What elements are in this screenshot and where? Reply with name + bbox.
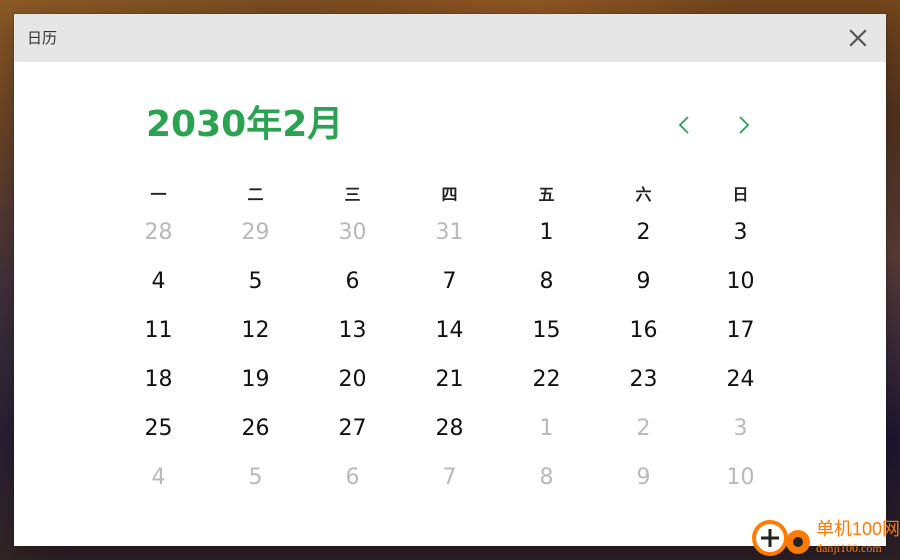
day-cell[interactable]: 22 — [498, 364, 595, 413]
adjacent-month-day-cell[interactable]: 2 — [595, 413, 692, 462]
close-button[interactable] — [844, 24, 872, 52]
adjacent-month-day-cell[interactable]: 5 — [207, 462, 304, 511]
day-cell[interactable]: 19 — [207, 364, 304, 413]
day-cell[interactable]: 1 — [498, 217, 595, 266]
adjacent-month-day-cell[interactable]: 3 — [692, 413, 789, 462]
weekday-label: 日 — [732, 185, 749, 204]
adjacent-month-day-cell[interactable]: 4 — [110, 462, 207, 511]
day-cell[interactable]: 6 — [304, 266, 401, 315]
calendar-panel: 2030年2月 一 二 三 四 五 六 日 28 29 30 31 1 2 3 4 5 6 7 8 9 1… — [14, 62, 886, 546]
day-cell[interactable]: 15 — [498, 315, 595, 364]
weekday-label: 六 — [635, 185, 652, 204]
weekday-header: 一 二 三 四 五 六 日 — [110, 184, 790, 206]
window-title: 日历 — [27, 29, 58, 47]
weekday-label: 三 — [344, 185, 361, 204]
weekday-label: 二 — [247, 185, 264, 204]
day-cell[interactable]: 21 — [401, 364, 498, 413]
title-bar: 日历 — [14, 14, 886, 62]
month-title: 2030年2月 — [146, 104, 344, 145]
day-cell[interactable]: 24 — [692, 364, 789, 413]
adjacent-month-day-cell[interactable]: 9 — [595, 462, 692, 511]
day-cell[interactable]: 7 — [401, 266, 498, 315]
weekday-label: 一 — [150, 185, 167, 204]
day-cell[interactable]: 17 — [692, 315, 789, 364]
weekday-label: 五 — [538, 185, 555, 204]
calendar-grid: 28 29 30 31 1 2 3 4 5 6 7 8 9 10 11 12 13 14 15 16 17 18 19 20 2… — [110, 217, 790, 511]
watermark-brand: 单机100网 — [816, 519, 900, 539]
adjacent-month-day-cell[interactable]: 7 — [401, 462, 498, 511]
day-cell[interactable]: 10 — [692, 266, 789, 315]
day-cell[interactable]: 14 — [401, 315, 498, 364]
day-cell[interactable]: 20 — [304, 364, 401, 413]
day-cell[interactable]: 26 — [207, 413, 304, 462]
day-cell[interactable]: 11 — [110, 315, 207, 364]
adjacent-month-day-cell[interactable]: 28 — [110, 217, 207, 266]
day-cell[interactable]: 27 — [304, 413, 401, 462]
day-cell[interactable]: 8 — [498, 266, 595, 315]
watermark-logo-icon — [752, 520, 810, 556]
adjacent-month-day-cell[interactable]: 1 — [498, 413, 595, 462]
calendar-window: 日历 2030年2月 一 二 三 四 五 六 日 28 29 30 31 1 2… — [14, 14, 886, 546]
site-watermark: 单机100网 danji100.com — [748, 517, 900, 559]
previous-month-button[interactable] — [670, 111, 698, 139]
day-cell[interactable]: 3 — [692, 217, 789, 266]
watermark-domain: danji100.com — [816, 541, 882, 555]
chevron-left-icon — [678, 116, 689, 134]
next-month-button[interactable] — [730, 111, 758, 139]
day-cell[interactable]: 13 — [304, 315, 401, 364]
adjacent-month-day-cell[interactable]: 31 — [401, 217, 498, 266]
day-cell[interactable]: 4 — [110, 266, 207, 315]
close-icon — [849, 29, 867, 47]
day-cell[interactable]: 28 — [401, 413, 498, 462]
day-cell[interactable]: 25 — [110, 413, 207, 462]
adjacent-month-day-cell[interactable]: 30 — [304, 217, 401, 266]
adjacent-month-day-cell[interactable]: 8 — [498, 462, 595, 511]
weekday-label: 四 — [441, 185, 458, 204]
day-cell[interactable]: 18 — [110, 364, 207, 413]
adjacent-month-day-cell[interactable]: 29 — [207, 217, 304, 266]
day-cell[interactable]: 16 — [595, 315, 692, 364]
adjacent-month-day-cell[interactable]: 6 — [304, 462, 401, 511]
day-cell[interactable]: 23 — [595, 364, 692, 413]
day-cell[interactable]: 5 — [207, 266, 304, 315]
chevron-right-icon — [739, 116, 750, 134]
day-cell[interactable]: 2 — [595, 217, 692, 266]
day-cell[interactable]: 12 — [207, 315, 304, 364]
day-cell[interactable]: 9 — [595, 266, 692, 315]
adjacent-month-day-cell[interactable]: 10 — [692, 462, 789, 511]
